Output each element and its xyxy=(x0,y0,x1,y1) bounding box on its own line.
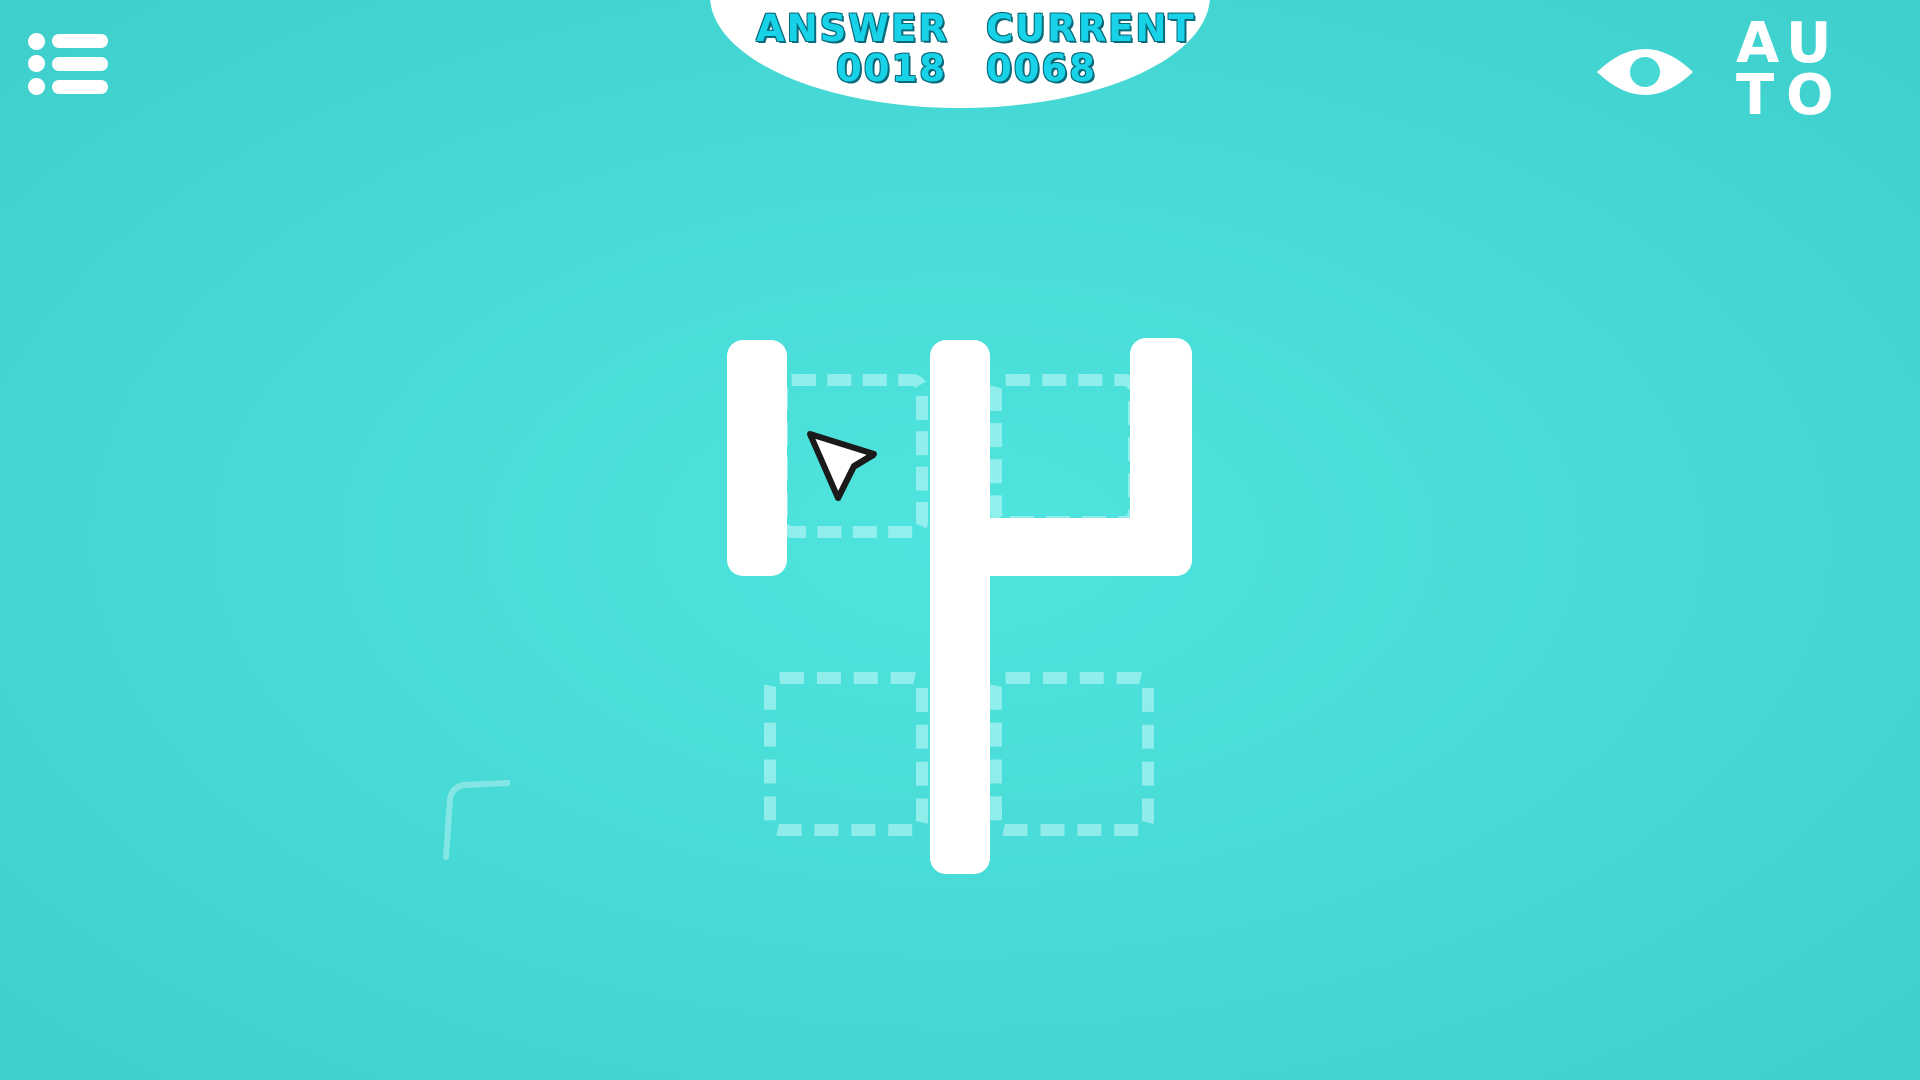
current-label: CURRENT xyxy=(986,7,1196,50)
eye-button[interactable] xyxy=(1593,42,1697,102)
arrow-cursor-icon xyxy=(807,431,877,501)
auto-icon: A U T O xyxy=(1732,14,1842,124)
arrow-cursor-piece[interactable] xyxy=(800,420,890,510)
corner-fragment xyxy=(443,780,510,860)
wall-segment xyxy=(960,518,1192,576)
auto-button[interactable]: A U T O xyxy=(1732,14,1842,124)
eye-icon xyxy=(1597,49,1693,95)
menu-button[interactable] xyxy=(28,30,108,100)
current-value: 0068 xyxy=(986,47,1097,90)
auto-letter-t: T xyxy=(1736,63,1775,128)
answer-value: 0018 xyxy=(836,47,947,90)
wall-segment xyxy=(1130,338,1192,576)
wall-segment xyxy=(727,340,787,576)
target-slot xyxy=(990,672,1154,836)
answer-label: ANSWER xyxy=(756,7,949,50)
auto-letter-o: O xyxy=(1786,63,1834,128)
wall-segment xyxy=(930,340,990,874)
list-icon xyxy=(28,30,108,100)
game-board xyxy=(0,0,1920,1080)
target-slot xyxy=(990,374,1140,528)
target-slot xyxy=(764,672,928,836)
